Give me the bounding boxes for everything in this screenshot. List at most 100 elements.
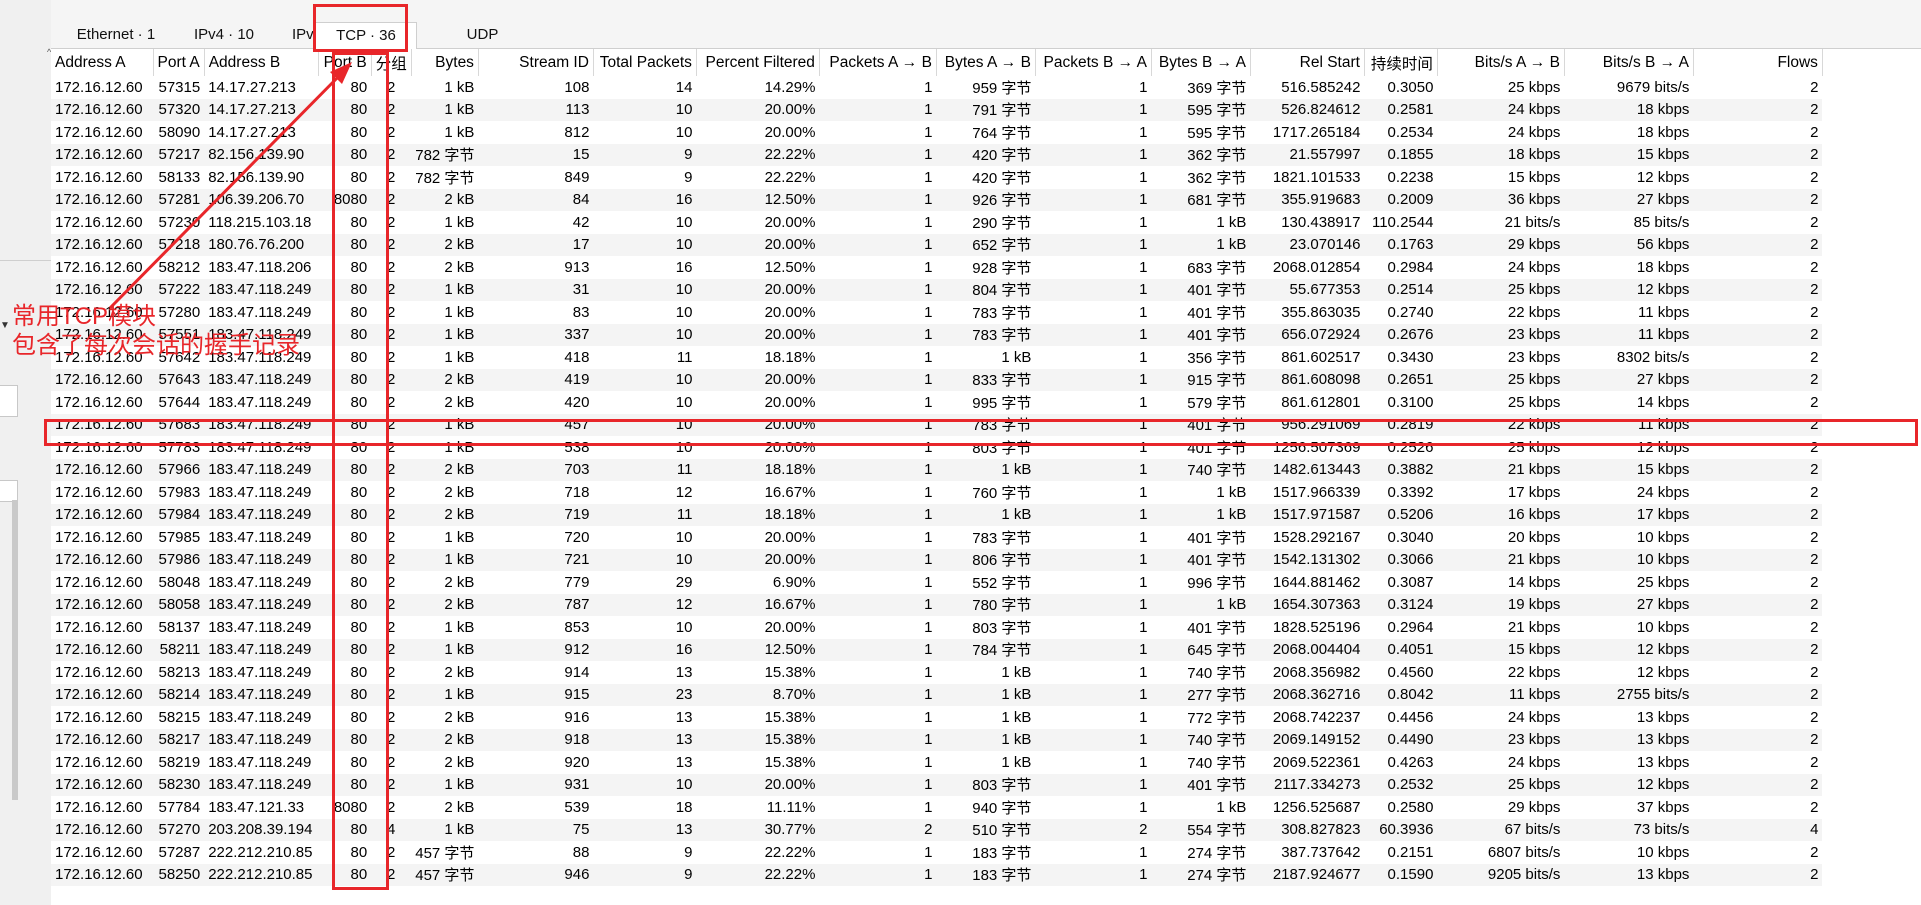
table-row[interactable]: 172.16.12.60 57784 183.47.121.33 8080 2 2 kB 5… bbox=[51, 796, 1822, 819]
column-header[interactable]: Bytes B → A bbox=[1151, 49, 1251, 76]
table-cell: 172.16.12.60 bbox=[55, 618, 143, 636]
table-cell: 172.16.12.60 bbox=[55, 753, 143, 771]
table-cell: 719 bbox=[478, 503, 594, 526]
table-cell: 10 bbox=[675, 123, 693, 141]
tab-ipv4[interactable]: IPv4 · 10 bbox=[174, 22, 274, 47]
table-cell: 1717.265184 bbox=[1272, 123, 1361, 141]
table-cell: 1 bbox=[924, 123, 933, 141]
table-row[interactable]: 172.16.12.60 57984 183.47.118.249 80 2 2 kB 71… bbox=[51, 503, 1823, 526]
table-cell: 2 kB bbox=[444, 483, 475, 501]
table-cell: 15.38% bbox=[764, 708, 816, 726]
table-cell: 369 字节 bbox=[1187, 79, 1247, 97]
table-cell: 2 bbox=[1693, 278, 1823, 301]
table-cell: 2 kB bbox=[444, 258, 475, 276]
table-cell: 2 bbox=[1693, 863, 1823, 886]
table-row[interactable]: 172.16.12.60 57983 183.47.118.249 80 2 2 kB 71… bbox=[51, 481, 1822, 504]
table-cell: 9205 bits/s bbox=[1437, 863, 1565, 886]
table-cell: 57966 bbox=[153, 458, 205, 481]
table-cell: 14 bbox=[675, 78, 693, 96]
table-row[interactable]: 172.16.12.60 57315 14.17.27.213 80 2 1 kB 108 1… bbox=[51, 76, 1822, 99]
table-cell: 806 字节 bbox=[936, 548, 1036, 571]
table-row[interactable]: 172.16.12.60 58215 183.47.118.249 80 2 2 kB 91… bbox=[51, 706, 1822, 729]
table-row[interactable]: 172.16.12.60 58217 183.47.118.249 80 2 2 kB 91… bbox=[51, 728, 1823, 751]
column-header[interactable]: Address B bbox=[204, 49, 319, 76]
table-cell: 24 kbps bbox=[1437, 98, 1565, 121]
table-cell: 1 kB bbox=[411, 98, 479, 121]
table-cell: 0.2532 bbox=[1364, 773, 1438, 796]
column-header[interactable]: Packets B → A bbox=[1035, 49, 1152, 76]
table-row[interactable]: 172.16.12.60 58137 183.47.118.249 80 2 1 kB 85… bbox=[51, 616, 1822, 639]
scrollbar[interactable] bbox=[12, 500, 18, 800]
table-row[interactable]: 172.16.12.60 57218 180.76.76.200 80 2 2 kB 17 1… bbox=[51, 233, 1823, 256]
column-header[interactable]: Packets A → B bbox=[819, 49, 937, 76]
column-header[interactable]: Stream ID bbox=[478, 49, 594, 76]
table-cell: 931 bbox=[478, 773, 594, 796]
table-row[interactable]: 172.16.12.60 58058 183.47.118.249 80 2 2 kB 78… bbox=[51, 593, 1823, 616]
table-row[interactable]: 172.16.12.60 57644 183.47.118.249 80 2 2 kB 42… bbox=[51, 391, 1822, 414]
table-row[interactable]: 172.16.12.60 58250 222.212.210.85 80 2 457 字节… bbox=[51, 863, 1823, 886]
table-row[interactable]: 172.16.12.60 58211 183.47.118.249 80 2 1 kB 91… bbox=[51, 638, 1823, 661]
table-row[interactable]: 172.16.12.60 57985 183.47.118.249 80 2 1 kB 72… bbox=[51, 526, 1822, 549]
table-row[interactable]: 172.16.12.60 58048 183.47.118.249 80 2 2 kB 77… bbox=[51, 571, 1822, 594]
column-header[interactable]: Percent Filtered bbox=[696, 49, 820, 76]
table-cell: 57222 bbox=[153, 278, 205, 301]
table-row[interactable]: 172.16.12.60 58219 183.47.118.249 80 2 2 kB 92… bbox=[51, 751, 1822, 774]
table-cell: 57287 bbox=[158, 843, 201, 861]
table-cell: 853 bbox=[564, 618, 590, 636]
table-row[interactable]: 172.16.12.60 58213 183.47.118.249 80 2 2 kB 91… bbox=[51, 661, 1822, 684]
table-cell: 915 bbox=[478, 683, 594, 706]
table-cell: 2069.149152 bbox=[1250, 728, 1365, 751]
tab-udp[interactable]: UDP bbox=[450, 22, 515, 47]
column-header[interactable]: 持续时间 bbox=[1364, 49, 1438, 76]
table-cell: 803 字节 bbox=[936, 773, 1036, 796]
table-cell: 1 bbox=[1139, 573, 1148, 591]
table-cell: 24 kbps bbox=[1507, 708, 1561, 726]
column-header[interactable]: Address A bbox=[51, 49, 154, 76]
table-cell: 14.29% bbox=[764, 78, 816, 96]
table-row[interactable]: 172.16.12.60 57986 183.47.118.249 80 2 1 kB 72… bbox=[51, 548, 1823, 571]
table-row[interactable]: 172.16.12.60 58090 14.17.27.213 80 2 1 kB 812 1… bbox=[51, 121, 1822, 144]
table-cell: 57784 bbox=[158, 798, 201, 816]
table-row[interactable]: 172.16.12.60 57320 14.17.27.213 80 2 1 kB 113 1… bbox=[51, 98, 1823, 121]
table-cell: 21 kbps bbox=[1437, 548, 1565, 571]
table-cell: 1 bbox=[1035, 143, 1152, 166]
table-row[interactable]: 172.16.12.60 58212 183.47.118.206 80 2 2 kB 91… bbox=[51, 256, 1822, 279]
table-cell: 0.2514 bbox=[1364, 278, 1438, 301]
column-header[interactable]: Bits/s B → A bbox=[1564, 49, 1694, 76]
table-row[interactable]: 172.16.12.60 57222 183.47.118.249 80 2 1 kB 31… bbox=[51, 278, 1823, 301]
table-row[interactable]: 172.16.12.60 57287 222.212.210.85 80 2 457 字节… bbox=[51, 841, 1822, 864]
table-cell: 803 字节 bbox=[972, 619, 1032, 637]
table-cell: 1 bbox=[924, 348, 933, 366]
table-row[interactable]: 172.16.12.60 58230 183.47.118.249 80 2 1 kB 93… bbox=[51, 773, 1823, 796]
table-cell: 2 bbox=[1810, 753, 1819, 771]
column-header[interactable]: Bits/s A → B bbox=[1437, 49, 1565, 76]
dropdown-arrow-icon[interactable]: ▼ bbox=[0, 320, 10, 331]
column-header[interactable]: Port A bbox=[153, 49, 205, 76]
table-row[interactable]: 172.16.12.60 58133 82.156.139.90 80 2 782 字节 8… bbox=[51, 166, 1822, 189]
column-header[interactable]: Total Packets bbox=[593, 49, 697, 76]
column-header[interactable]: Bytes bbox=[411, 49, 479, 76]
column-header[interactable]: Bytes A → B bbox=[936, 49, 1036, 76]
table-cell: 20.00% bbox=[764, 123, 816, 141]
input-box[interactable] bbox=[0, 385, 18, 417]
table-row[interactable]: 172.16.12.60 57966 183.47.118.249 80 2 2 kB 70… bbox=[51, 458, 1823, 481]
table-cell: 183.47.118.249 bbox=[204, 548, 319, 571]
table-cell: 1 bbox=[819, 638, 937, 661]
table-row[interactable]: 172.16.12.60 57217 82.156.139.90 80 2 782 字节 1… bbox=[51, 143, 1823, 166]
table-cell: 1 bbox=[924, 258, 933, 276]
column-header[interactable]: Flows bbox=[1693, 49, 1823, 76]
table-cell: 0.2651 bbox=[1364, 368, 1438, 391]
table-row[interactable]: 172.16.12.60 58214 183.47.118.249 80 2 1 kB 91… bbox=[51, 683, 1823, 706]
table-row[interactable]: 172.16.12.60 57643 183.47.118.249 80 2 2 kB 41… bbox=[51, 368, 1823, 391]
list-box[interactable] bbox=[0, 480, 18, 502]
table-cell: 172.16.12.60 bbox=[55, 663, 143, 681]
table-row[interactable]: 172.16.12.60 57270 203.208.39.194 80 4 1 kB 75… bbox=[51, 818, 1823, 841]
table-cell: 772 字节 bbox=[1187, 709, 1247, 727]
table-row[interactable]: 172.16.12.60 57230 118.215.103.18 80 2 1 kB 42… bbox=[51, 211, 1822, 234]
tab-ethernet[interactable]: Ethernet · 1 bbox=[61, 22, 171, 47]
table-row[interactable]: 172.16.12.60 57281 106.39.206.70 8080 2 2 kB 8… bbox=[51, 188, 1823, 211]
table-cell: 18 bbox=[675, 798, 693, 816]
table-cell: 16 bbox=[593, 188, 697, 211]
column-header[interactable]: Rel Start bbox=[1250, 49, 1365, 76]
table-cell: 0.5206 bbox=[1364, 503, 1438, 526]
